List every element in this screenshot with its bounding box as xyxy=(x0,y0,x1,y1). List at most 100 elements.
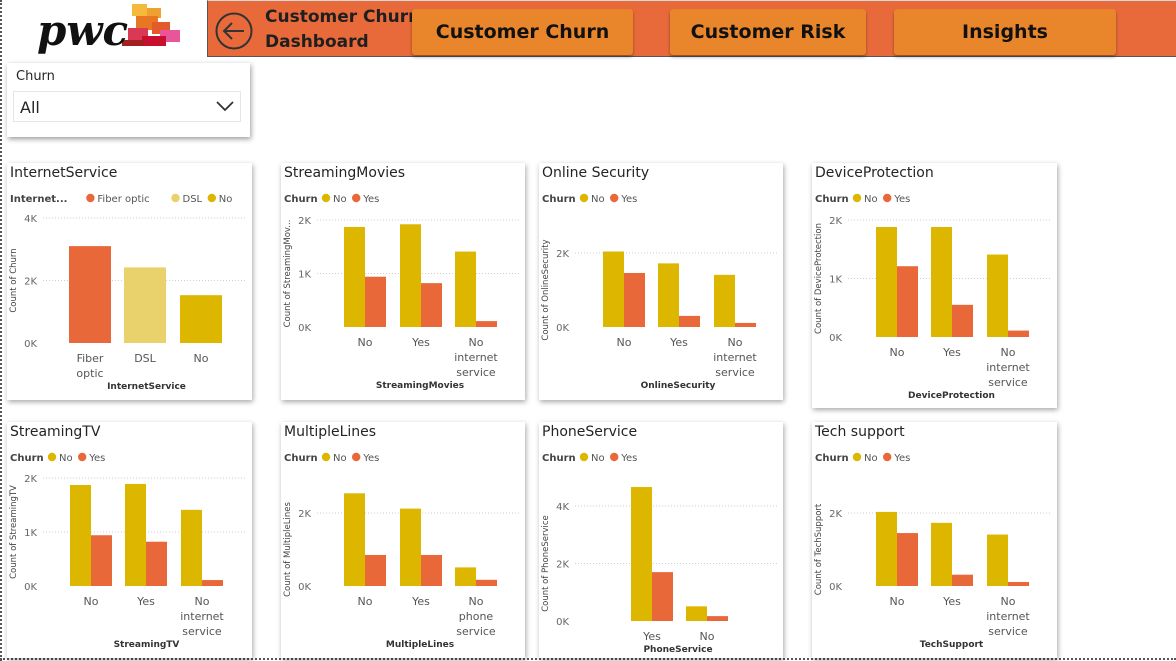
x-axis-title: StreamingTV xyxy=(114,640,180,650)
legend-item[interactable]: Fiber optic xyxy=(97,194,149,205)
bar[interactable] xyxy=(931,522,952,586)
bar[interactable] xyxy=(146,541,167,586)
bar[interactable] xyxy=(421,283,442,327)
chart-svg: StreamingMovies Churn No Yes 2K 1K 0K Count of … xyxy=(283,165,519,391)
bar[interactable] xyxy=(876,511,897,586)
bar[interactable] xyxy=(476,579,497,586)
bar[interactable] xyxy=(180,295,222,343)
legend-title: Churn xyxy=(542,453,576,464)
bar[interactable] xyxy=(344,226,365,327)
y-tick-label: 0K xyxy=(829,333,842,344)
y-tick-label: 2K xyxy=(556,249,569,260)
bar[interactable] xyxy=(202,580,223,586)
chart-svg: PhoneService Churn No Yes 4K 2K 0K Count of Pho… xyxy=(541,424,777,655)
legend-item[interactable]: Yes xyxy=(893,453,910,464)
legend-title: Churn xyxy=(284,453,318,464)
bar[interactable] xyxy=(476,321,497,327)
nav-customer-churn[interactable]: Customer Churn xyxy=(412,9,633,55)
canvas-border-bottom xyxy=(0,658,1176,660)
x-tick-label: phone xyxy=(459,610,494,623)
bar[interactable] xyxy=(1008,581,1029,586)
bar[interactable] xyxy=(455,567,476,586)
logo-blocks xyxy=(122,4,180,46)
bar[interactable] xyxy=(897,266,918,337)
bar[interactable] xyxy=(876,227,897,337)
legend-item[interactable]: No xyxy=(59,453,73,464)
legend-item[interactable]: No xyxy=(591,453,605,464)
bar[interactable] xyxy=(624,272,645,327)
bar[interactable] xyxy=(931,227,952,337)
x-tick-label: Yes xyxy=(411,595,430,608)
nav-customer-risk[interactable]: Customer Risk xyxy=(670,9,866,55)
x-tick-label: No xyxy=(1001,346,1016,359)
chart-title: StreamingTV xyxy=(10,424,101,440)
legend-item[interactable]: No xyxy=(219,194,233,205)
x-tick-label: Yes xyxy=(411,336,430,349)
x-tick-label: internet xyxy=(180,610,224,623)
churn-dropdown[interactable]: All xyxy=(13,91,241,122)
canvas-border-left xyxy=(0,0,2,661)
bar[interactable] xyxy=(658,263,679,327)
chart-title: Tech support xyxy=(814,424,905,440)
legend-item[interactable]: Yes xyxy=(620,194,637,205)
dashboard-title-line2: Dashboard xyxy=(265,32,369,52)
legend-item[interactable]: No xyxy=(864,453,878,464)
x-tick-label: No xyxy=(358,336,373,349)
bar[interactable] xyxy=(365,554,386,586)
nav-insights[interactable]: Insights xyxy=(894,9,1116,55)
bar[interactable] xyxy=(952,574,973,586)
y-tick-label: 2K xyxy=(556,560,569,571)
bar[interactable] xyxy=(69,246,111,343)
y-tick-label: 0K xyxy=(556,323,569,334)
legend-item[interactable]: DSL xyxy=(183,194,203,205)
x-tick-label: service xyxy=(182,625,222,638)
bar[interactable] xyxy=(707,616,728,621)
legend-item[interactable]: No xyxy=(864,194,878,205)
legend-marker xyxy=(78,452,87,462)
bar[interactable] xyxy=(631,487,652,621)
bar[interactable] xyxy=(91,535,112,586)
bar[interactable] xyxy=(952,304,973,337)
legend-item[interactable]: Yes xyxy=(620,453,637,464)
y-axis-title: Count of OnlineSecurity xyxy=(541,239,551,340)
chart-title: InternetService xyxy=(10,165,117,181)
legend-marker xyxy=(207,193,216,203)
bar[interactable] xyxy=(70,485,91,586)
bar[interactable] xyxy=(735,322,756,327)
bar[interactable] xyxy=(679,315,700,327)
bar[interactable] xyxy=(987,534,1008,586)
bar[interactable] xyxy=(455,251,476,327)
x-tick-label: No xyxy=(84,595,99,608)
y-tick-label: 4K xyxy=(556,502,569,513)
legend-item[interactable]: No xyxy=(333,453,347,464)
bar[interactable] xyxy=(365,276,386,327)
legend-title: Churn xyxy=(815,194,849,205)
bar[interactable] xyxy=(686,606,707,621)
legend-item[interactable]: Yes xyxy=(362,453,379,464)
bar[interactable] xyxy=(421,554,442,586)
bar[interactable] xyxy=(181,509,202,586)
bar[interactable] xyxy=(125,483,146,586)
legend-item[interactable]: No xyxy=(591,194,605,205)
bar[interactable] xyxy=(344,493,365,586)
legend-item[interactable]: No xyxy=(333,194,347,205)
y-axis-title: Count of TechSupport xyxy=(814,503,824,595)
bar[interactable] xyxy=(987,254,1008,337)
bar[interactable] xyxy=(124,267,166,343)
legend-marker xyxy=(579,452,589,462)
x-tick-label: No xyxy=(469,336,484,349)
bar[interactable] xyxy=(603,251,624,327)
bar[interactable] xyxy=(1008,330,1029,337)
legend-item[interactable]: Yes xyxy=(362,194,379,205)
bar[interactable] xyxy=(897,533,918,586)
legend-marker xyxy=(321,193,331,203)
legend-item[interactable]: Yes xyxy=(88,453,105,464)
bar[interactable] xyxy=(714,274,735,327)
bar[interactable] xyxy=(400,224,421,327)
bar[interactable] xyxy=(400,508,421,586)
back-button[interactable] xyxy=(214,11,254,51)
legend-item[interactable]: Yes xyxy=(893,194,910,205)
x-tick-label: No xyxy=(195,595,210,608)
bar[interactable] xyxy=(652,572,673,621)
x-tick-label: service xyxy=(988,625,1028,638)
